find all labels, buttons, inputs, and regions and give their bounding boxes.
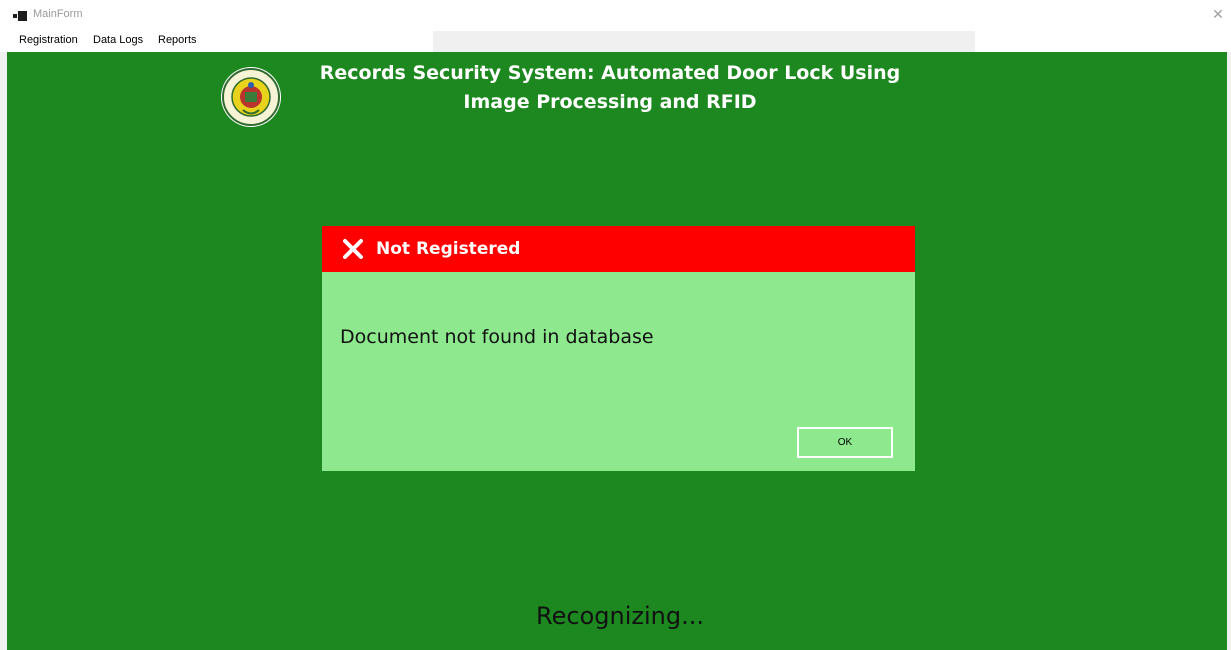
menu-bar-spacer <box>433 31 975 52</box>
menu-bar: Registration Data Logs Reports <box>0 31 1231 52</box>
not-registered-dialog: Not Registered Document not found in dat… <box>322 226 915 471</box>
close-x-icon <box>343 239 363 259</box>
dialog-message: Document not found in database <box>340 326 654 348</box>
menu-item-reports[interactable]: Reports <box>158 34 197 46</box>
status-text: Recognizing... <box>536 602 704 630</box>
dialog-title: Not Registered <box>376 239 521 259</box>
menu-item-data-logs[interactable]: Data Logs <box>93 34 143 46</box>
window-title: MainForm <box>33 8 83 20</box>
close-window-button[interactable]: ✕ <box>1209 6 1227 24</box>
title-bar: MainForm ✕ <box>0 0 1231 31</box>
main-form-window: MainForm ✕ Registration Data Logs Report… <box>0 0 1231 650</box>
app-title-line-2: Image Processing and RFID <box>463 91 757 113</box>
menu-item-registration[interactable]: Registration <box>19 34 78 46</box>
close-icon: ✕ <box>1212 7 1224 23</box>
app-title: Records Security System: Automated Door … <box>270 59 950 117</box>
app-icon <box>13 11 27 21</box>
dialog-header: Not Registered <box>322 226 915 272</box>
ok-button[interactable]: OK <box>797 427 893 458</box>
app-title-line-1: Records Security System: Automated Door … <box>319 62 901 84</box>
